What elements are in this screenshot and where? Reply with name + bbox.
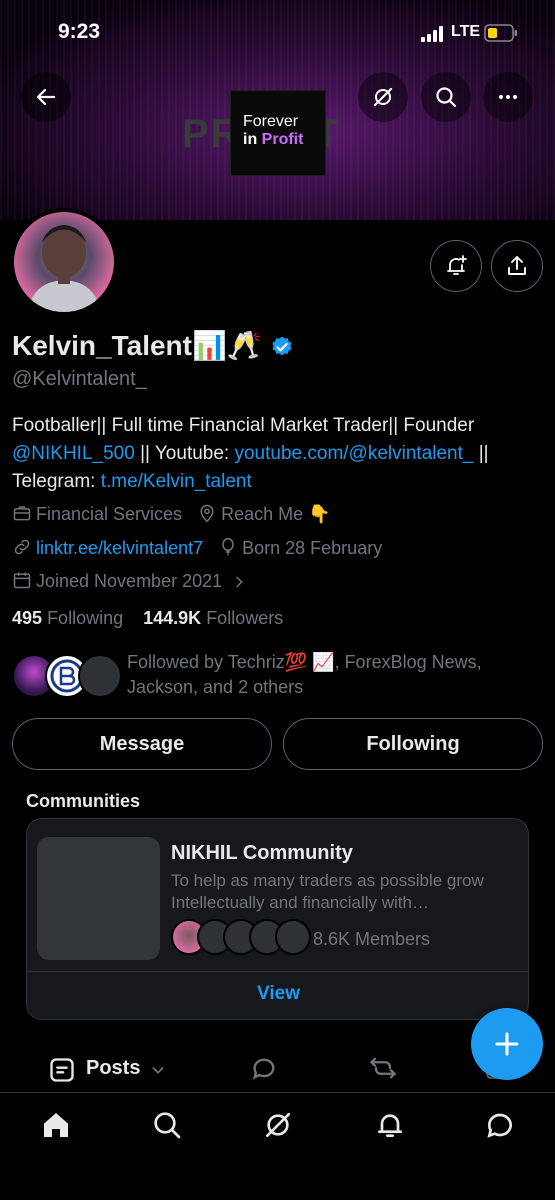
banner-logo-line1: Forever [243,113,299,130]
followers-count: 144.9K [143,608,202,628]
grok-icon [373,87,393,107]
status-bar: 9:23 LTE [0,14,555,50]
banner-logo-line2a: in [243,131,262,148]
search-icon [154,1112,181,1139]
website-link[interactable]: linktr.ee/kelvintalent7 [36,538,203,558]
bell-plus-icon [447,255,467,275]
grok-button[interactable] [358,72,408,122]
home-indicator-area [0,1158,555,1200]
posts-icon [50,1058,74,1082]
status-time: 9:23 [58,20,101,43]
bio-text: Footballer|| Full time Financial Market … [12,415,475,436]
tab-reposts[interactable] [368,1054,398,1087]
share-icon [508,256,526,275]
following-label: Following [47,608,124,628]
share-button[interactable] [491,240,543,292]
joined-item[interactable]: Joined November 2021 [12,571,251,591]
tab-posts[interactable]: Posts [0,1040,200,1092]
profile-meta-row-1: Financial Services Reach Me 👇 [12,503,341,525]
member-avatar [275,919,311,955]
community-member-count: 8.6K Members [313,929,431,949]
birthday-text: Born 28 February [242,538,383,558]
calendar-icon [13,572,31,589]
balloon-icon [222,537,234,556]
bio-mention-link[interactable]: @NIKHIL_500 [12,443,135,464]
following-link[interactable]: 495 Following [12,608,123,628]
website-item[interactable]: linktr.ee/kelvintalent7 [12,538,208,558]
search-button[interactable] [421,72,471,122]
following-count: 495 [12,608,43,628]
message-button[interactable]: Message [12,718,272,770]
grok-icon [266,1113,290,1137]
community-view-button[interactable]: View [27,983,528,1005]
chevron-down-icon [152,1067,164,1074]
follower-avatar [78,654,122,698]
briefcase-icon [13,506,31,521]
divider [27,971,528,972]
avatar-portrait [28,225,100,312]
profile-bio: Footballer|| Full time Financial Market … [12,412,547,496]
bottom-navigation [0,1092,555,1158]
profile-meta-row-3[interactable]: Joined November 2021 [12,570,261,592]
tab-replies[interactable] [250,1054,278,1087]
bio-text: || Youtube: [134,443,235,464]
chevron-right-icon [236,576,243,588]
category-item: Financial Services [12,504,187,524]
follow-stats: 495 Following 144.9K Followers [12,608,283,629]
nav-search[interactable] [151,1109,183,1141]
home-icon [44,1113,68,1137]
category-text: Financial Services [36,504,183,524]
banner-logo: Forever in Profit [230,90,326,176]
joined-text: Joined November 2021 [36,571,223,591]
location-pin-icon [200,504,214,523]
search-icon [436,87,457,108]
notifications-subscribe-button[interactable] [430,240,482,292]
more-options-button[interactable] [483,72,533,122]
community-thumbnail [37,837,160,960]
message-icon [487,1113,512,1138]
nav-notifications[interactable] [374,1109,406,1141]
bio-youtube-link[interactable]: youtube.com/@kelvintalent_ [234,443,473,464]
link-icon [14,539,30,555]
followed-by-text[interactable]: Followed by Techriz💯 📈, ForexBlog News, … [127,650,547,700]
location-text: Reach Me 👇 [221,504,331,524]
followers-link[interactable]: 144.9K Followers [143,608,283,628]
more-icon [499,95,517,99]
location-item: Reach Me 👇 [197,504,331,524]
repost-icon [369,1057,397,1079]
birthday-item: Born 28 February [218,537,383,558]
communities-heading: Communities [26,791,141,811]
nav-grok[interactable] [262,1109,294,1141]
network-type: LTE [451,23,481,40]
reply-icon [252,1058,275,1080]
compose-post-button[interactable] [471,1008,543,1080]
community-card[interactable]: NIKHIL Community To help as many traders… [26,818,529,1020]
followers-label: Followers [206,608,284,628]
community-name: NIKHIL Community [171,842,353,864]
nav-messages[interactable] [484,1109,516,1141]
tab-posts-label: Posts [86,1057,141,1079]
user-handle: @Kelvintalent_ [12,368,147,390]
profile-meta-row-2: linktr.ee/kelvintalent7 Born 28 February [12,537,392,559]
bell-icon [378,1114,402,1137]
community-description: To help as many traders as possible grow… [171,871,484,912]
following-button[interactable]: Following [283,718,543,770]
nav-home[interactable] [40,1109,72,1141]
avatar[interactable] [10,208,118,316]
bio-telegram-link[interactable]: t.me/Kelvin_talent [101,471,252,492]
display-name: Kelvin_Talent📊🥂 [12,330,262,361]
banner-logo-line2b: Profit [261,131,304,148]
battery-icon [484,24,517,42]
arrow-left-icon [36,88,56,106]
verified-badge-icon[interactable] [270,335,294,359]
signal-icon [421,26,443,42]
back-button[interactable] [21,72,71,122]
plus-icon [495,1032,519,1056]
